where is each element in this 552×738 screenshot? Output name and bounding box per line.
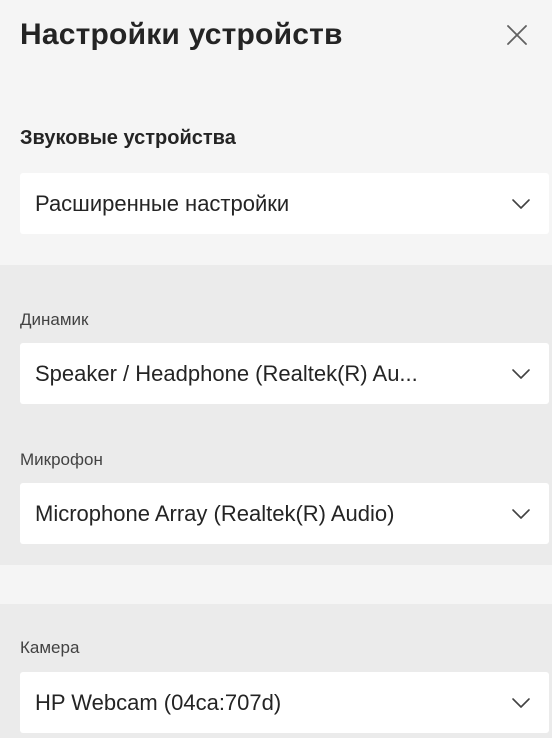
chevron-down-icon	[512, 508, 530, 519]
camera-label: Камера	[20, 638, 80, 657]
audio-preset-value: Расширенные настройки	[35, 190, 290, 216]
speaker-label: Динамик	[20, 310, 89, 329]
device-settings-panel: Настройки устройств Звуковые устройства …	[0, 0, 552, 738]
microphone-label: Микрофон	[20, 450, 103, 469]
camera-dropdown[interactable]: HP Webcam (04ca:707d)	[20, 672, 549, 733]
audio-devices-heading: Звуковые устройства	[20, 127, 236, 149]
speaker-value: Speaker / Headphone (Realtek(R) Au...	[35, 360, 418, 386]
page-title: Настройки устройств	[20, 18, 343, 51]
chevron-down-icon	[512, 368, 530, 379]
close-button[interactable]	[500, 18, 534, 52]
chevron-down-icon	[512, 697, 530, 708]
microphone-dropdown[interactable]: Microphone Array (Realtek(R) Audio)	[20, 483, 549, 544]
chevron-down-icon	[512, 198, 530, 209]
panel-header: Настройки устройств	[20, 14, 552, 74]
camera-value: HP Webcam (04ca:707d)	[35, 689, 282, 715]
audio-preset-dropdown[interactable]: Расширенные настройки	[20, 173, 549, 234]
close-icon	[507, 25, 527, 45]
microphone-value: Microphone Array (Realtek(R) Audio)	[35, 500, 395, 526]
speaker-dropdown[interactable]: Speaker / Headphone (Realtek(R) Au...	[20, 343, 549, 404]
